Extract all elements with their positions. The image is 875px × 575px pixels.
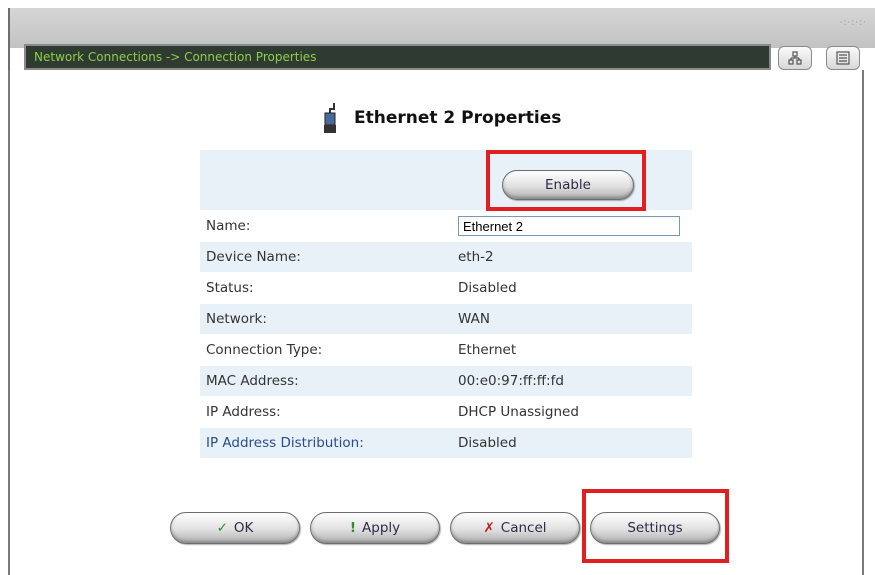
property-value: DHCP Unassigned bbox=[458, 404, 579, 420]
property-row-ip-address-distribution: IP Address Distribution: Disabled bbox=[200, 427, 692, 458]
breadcrumb: Network Connections -> Connection Proper… bbox=[24, 44, 771, 70]
cancel-button[interactable]: ✗ Cancel bbox=[450, 512, 580, 544]
property-label: Device Name: bbox=[206, 249, 301, 265]
property-label: MAC Address: bbox=[206, 373, 299, 389]
ok-button-label: OK bbox=[233, 520, 254, 536]
property-row-status: Status: Disabled bbox=[200, 272, 692, 303]
resize-grip[interactable]: ·:·:·:· bbox=[839, 18, 867, 28]
settings-highlight-box bbox=[582, 489, 729, 563]
page-title: Ethernet 2 Properties bbox=[354, 108, 562, 128]
property-label: Status: bbox=[206, 280, 254, 296]
property-label: Network: bbox=[206, 311, 267, 327]
page-heading: Ethernet 2 Properties bbox=[320, 100, 561, 136]
list-view-icon bbox=[836, 51, 850, 65]
cancel-button-label: Cancel bbox=[500, 520, 547, 536]
network-map-view-button[interactable] bbox=[778, 46, 812, 70]
name-input[interactable] bbox=[458, 216, 680, 236]
right-frame-border bbox=[862, 70, 864, 575]
network-map-icon bbox=[788, 51, 802, 65]
window-top-chrome: ·:·:·:· bbox=[10, 8, 875, 48]
property-row-mac-address: MAC Address: 00:e0:97:ff:ff:fd bbox=[200, 365, 692, 396]
left-frame-border bbox=[8, 70, 10, 575]
apply-button-label: Apply bbox=[362, 520, 401, 536]
property-row-ip-address: IP Address: DHCP Unassigned bbox=[200, 396, 692, 427]
property-value bbox=[452, 216, 692, 236]
enable-highlight-box bbox=[486, 150, 646, 211]
exclamation-icon: ! bbox=[349, 520, 357, 536]
cross-icon: ✗ bbox=[483, 520, 495, 536]
property-row-network: Network: WAN bbox=[200, 303, 692, 334]
property-value: Disabled bbox=[458, 280, 517, 296]
property-label: Name: bbox=[206, 218, 251, 234]
property-value: 00:e0:97:ff:ff:fd bbox=[458, 373, 564, 389]
property-value: Disabled bbox=[458, 435, 517, 451]
breadcrumb-text: Network Connections -> Connection Proper… bbox=[34, 50, 317, 64]
list-view-button[interactable] bbox=[826, 46, 860, 70]
property-row-name: Name: bbox=[200, 210, 692, 241]
property-value: eth-2 bbox=[458, 249, 494, 265]
ok-button[interactable]: ✓ OK bbox=[170, 512, 300, 544]
property-label: IP Address: bbox=[206, 404, 281, 420]
ip-address-distribution-link[interactable]: IP Address Distribution: bbox=[200, 435, 452, 451]
property-row-connection-type: Connection Type: Ethernet bbox=[200, 334, 692, 365]
property-row-device-name: Device Name: eth-2 bbox=[200, 241, 692, 272]
property-value: WAN bbox=[458, 311, 490, 327]
property-value: Ethernet bbox=[458, 342, 517, 358]
property-label: Connection Type: bbox=[206, 342, 323, 358]
checkmark-icon: ✓ bbox=[216, 520, 228, 536]
ethernet-plug-icon bbox=[324, 103, 336, 133]
apply-button[interactable]: ! Apply bbox=[310, 512, 440, 544]
